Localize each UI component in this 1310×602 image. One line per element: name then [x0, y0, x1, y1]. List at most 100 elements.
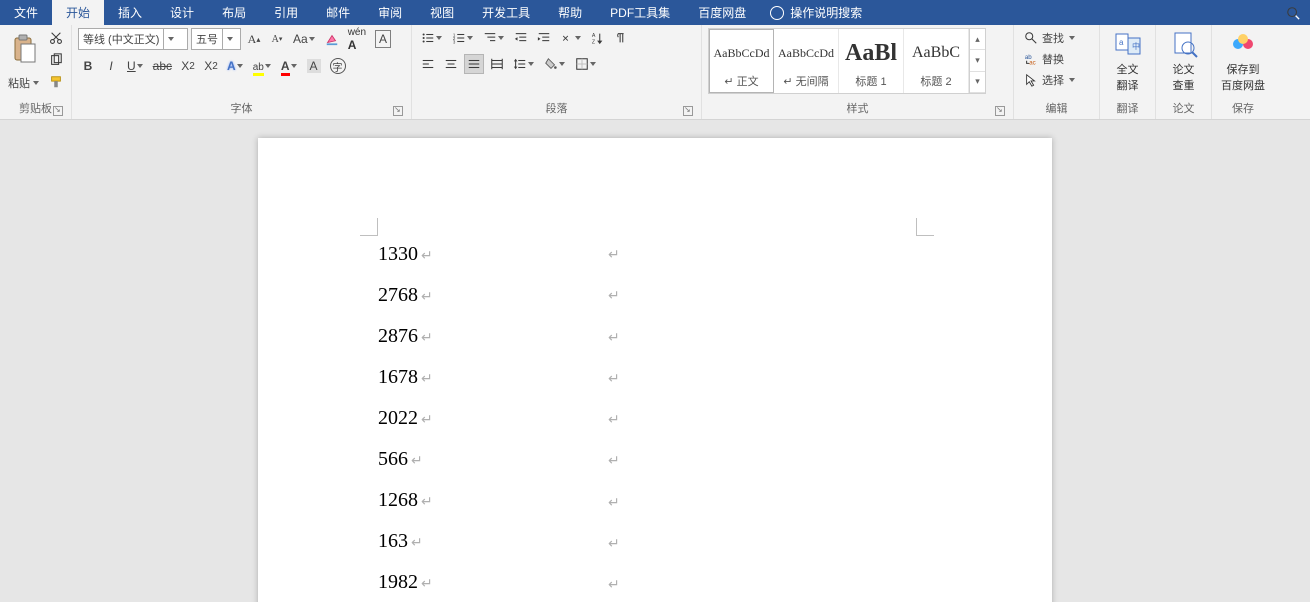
- format-painter-button[interactable]: [46, 72, 66, 92]
- phonetic-guide-button[interactable]: wénA: [345, 29, 369, 49]
- enclose-characters-button[interactable]: 字: [327, 56, 349, 76]
- font-dialog-launcher[interactable]: [393, 106, 403, 116]
- style-nospacing[interactable]: AaBbCcDd↵ 无间隔: [774, 29, 839, 93]
- text-line[interactable]: 1330: [378, 234, 608, 275]
- tab-pdf[interactable]: PDF工具集: [596, 0, 684, 25]
- text-line[interactable]: 2022: [378, 398, 608, 439]
- cut-button[interactable]: [46, 28, 66, 48]
- empty-para[interactable]: ↵: [608, 275, 838, 316]
- replace-button[interactable]: abac替换: [1020, 49, 1068, 69]
- shading-button[interactable]: [541, 54, 569, 74]
- font-size-combo[interactable]: 五号: [191, 28, 241, 50]
- font-name-combo[interactable]: 等线 (中文正文): [78, 28, 188, 50]
- empty-para[interactable]: ↵: [608, 440, 838, 481]
- empty-para[interactable]: ↵: [608, 317, 838, 358]
- tab-home[interactable]: 开始: [52, 0, 104, 25]
- find-button[interactable]: 查找: [1020, 28, 1080, 48]
- empty-para[interactable]: ↵: [608, 399, 838, 440]
- sort-button[interactable]: AZ: [588, 28, 608, 48]
- text-line[interactable]: 1268: [378, 480, 608, 521]
- empty-para[interactable]: ↵: [608, 564, 838, 602]
- styles-dialog-launcher[interactable]: [995, 106, 1005, 116]
- empty-para[interactable]: ↵: [608, 358, 838, 399]
- character-shading-button[interactable]: A: [304, 56, 324, 76]
- baidu-cloud-icon: [1229, 30, 1257, 58]
- line-spacing-button[interactable]: [510, 54, 538, 74]
- empty-para[interactable]: ↵: [608, 234, 838, 275]
- decrease-indent-button[interactable]: [511, 28, 531, 48]
- grow-font-button[interactable]: A▴: [244, 29, 264, 49]
- tab-help[interactable]: 帮助: [544, 0, 596, 25]
- tab-mailings[interactable]: 邮件: [312, 0, 364, 25]
- text-line[interactable]: 2768: [378, 275, 608, 316]
- clear-formatting-button[interactable]: [322, 29, 342, 49]
- document-area[interactable]: 1330 2768 2876 1678 2022 566 1268 163 19…: [0, 120, 1310, 602]
- group-styles: AaBbCcDd↵ 正文 AaBbCcDd↵ 无间隔 AaBl标题 1 AaBb…: [702, 25, 1014, 119]
- paste-button[interactable]: [6, 28, 42, 70]
- copy-button[interactable]: [46, 50, 66, 70]
- styles-gallery: AaBbCcDd↵ 正文 AaBbCcDd↵ 无间隔 AaBl标题 1 AaBb…: [708, 28, 986, 94]
- clipboard-group-label: 剪贴板: [19, 103, 52, 115]
- styles-gallery-scroll[interactable]: ▴▾▾: [969, 29, 985, 93]
- style-heading1[interactable]: AaBl标题 1: [839, 29, 904, 93]
- svg-text:ac: ac: [1029, 59, 1035, 66]
- superscript-button[interactable]: X2: [201, 56, 221, 76]
- paper-check-icon: [1170, 30, 1198, 58]
- bold-button[interactable]: B: [78, 56, 98, 76]
- align-distributed-button[interactable]: [487, 54, 507, 74]
- group-translate: a中 全文翻译 翻译: [1100, 25, 1156, 119]
- text-column-1: 1330 2768 2876 1678 2022 566 1268 163 19…: [378, 234, 608, 602]
- paragraph-dialog-launcher[interactable]: [683, 106, 693, 116]
- text-line[interactable]: 2876: [378, 316, 608, 357]
- paper-group-label: 论文: [1173, 103, 1195, 115]
- asian-layout-button[interactable]: ✕: [557, 28, 585, 48]
- tab-view[interactable]: 视图: [416, 0, 468, 25]
- character-border-button[interactable]: A: [372, 29, 394, 49]
- text-effects-button[interactable]: A: [224, 56, 247, 76]
- borders-button[interactable]: [572, 54, 600, 74]
- subscript-button[interactable]: X2: [178, 56, 198, 76]
- highlight-button[interactable]: ab: [250, 56, 275, 76]
- styles-group-label: 样式: [847, 103, 869, 115]
- tab-review[interactable]: 审阅: [364, 0, 416, 25]
- select-button[interactable]: 选择: [1020, 70, 1080, 90]
- increase-indent-button[interactable]: [534, 28, 554, 48]
- text-line[interactable]: 163: [378, 521, 608, 562]
- style-normal[interactable]: AaBbCcDd↵ 正文: [709, 29, 774, 93]
- multilevel-list-button[interactable]: [480, 28, 508, 48]
- tab-developer[interactable]: 开发工具: [468, 0, 544, 25]
- clipboard-dialog-launcher[interactable]: [53, 106, 63, 116]
- text-line[interactable]: 566: [378, 439, 608, 480]
- tab-baidu[interactable]: 百度网盘: [684, 0, 760, 25]
- show-marks-button[interactable]: [611, 28, 631, 48]
- change-case-button[interactable]: Aa: [290, 29, 319, 49]
- strikethrough-button[interactable]: abc: [150, 56, 175, 76]
- empty-para[interactable]: ↵: [608, 523, 838, 564]
- italic-button[interactable]: I: [101, 56, 121, 76]
- tab-design[interactable]: 设计: [156, 0, 208, 25]
- align-justify-button[interactable]: [464, 54, 484, 74]
- save-baidu-button[interactable]: 保存到百度网盘: [1218, 28, 1268, 94]
- paper-check-button[interactable]: 论文查重: [1162, 28, 1205, 94]
- font-color-button[interactable]: A: [278, 56, 301, 76]
- tab-file[interactable]: 文件: [0, 0, 52, 25]
- empty-para[interactable]: ↵: [608, 482, 838, 523]
- group-paper: 论文查重 论文: [1156, 25, 1212, 119]
- paste-label[interactable]: 粘贴: [8, 73, 40, 93]
- tab-references[interactable]: 引用: [260, 0, 312, 25]
- numbering-button[interactable]: 123: [449, 28, 477, 48]
- tell-me-search[interactable]: 操作说明搜索: [760, 0, 872, 25]
- text-line[interactable]: 1982: [378, 562, 608, 602]
- full-translate-button[interactable]: a中 全文翻译: [1106, 28, 1149, 94]
- text-line[interactable]: 1678: [378, 357, 608, 398]
- page[interactable]: 1330 2768 2876 1678 2022 566 1268 163 19…: [258, 138, 1052, 602]
- underline-button[interactable]: U: [124, 56, 147, 76]
- style-heading2[interactable]: AaBbC标题 2: [904, 29, 969, 93]
- search-icon[interactable]: [1276, 0, 1310, 25]
- tab-layout[interactable]: 布局: [208, 0, 260, 25]
- shrink-font-button[interactable]: A▾: [267, 29, 287, 49]
- align-center-button[interactable]: [441, 54, 461, 74]
- bullets-button[interactable]: [418, 28, 446, 48]
- tab-insert[interactable]: 插入: [104, 0, 156, 25]
- align-left-button[interactable]: [418, 54, 438, 74]
